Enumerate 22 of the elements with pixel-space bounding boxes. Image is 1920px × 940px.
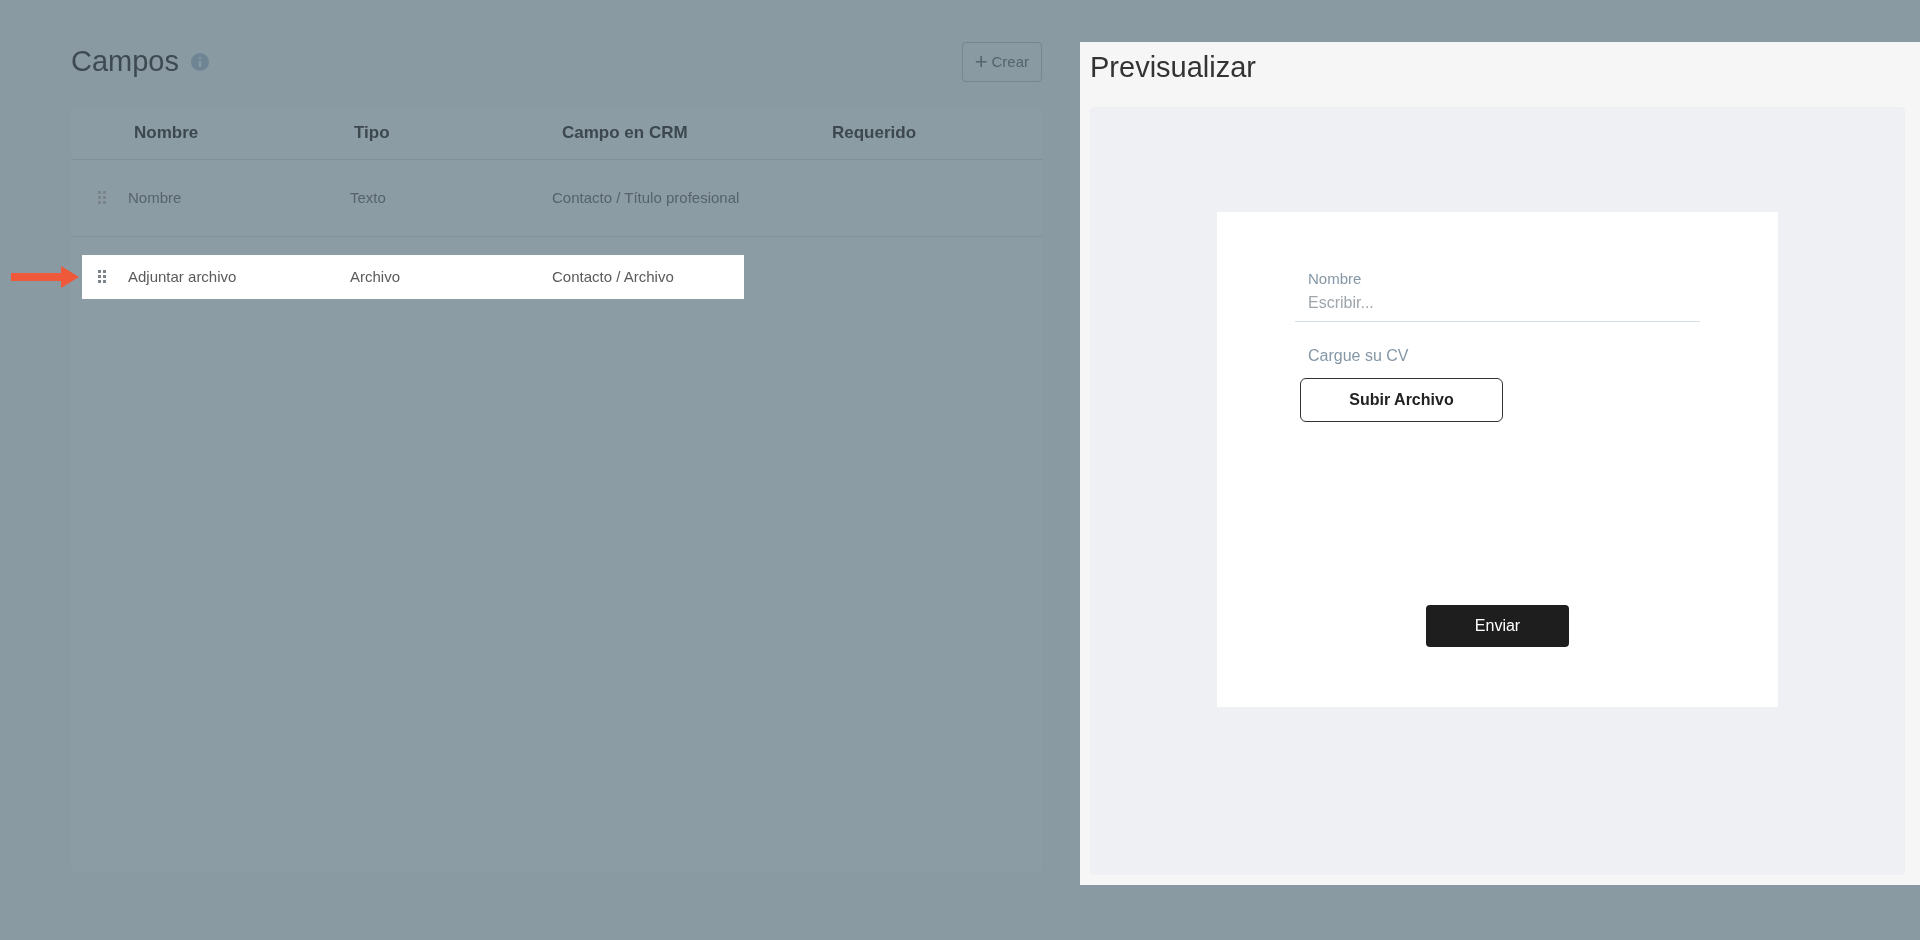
panel-title: Previsualizar <box>1090 50 1257 85</box>
table-cell-text: Contacto / Archivo <box>552 266 674 287</box>
table-cell-text: Contacto / Título profesional <box>552 187 740 208</box>
table-cell-text: Archivo <box>350 266 402 287</box>
panel-title: Campos <box>71 44 179 80</box>
table-cell-text: Texto <box>350 187 387 208</box>
info-icon[interactable] <box>191 53 209 71</box>
table-cell-text: Nombre <box>128 187 183 208</box>
field-label: Nombre <box>1307 269 1363 289</box>
column-header: Nombre <box>134 122 200 145</box>
column-header: Tipo <box>354 122 391 145</box>
table-row[interactable]: Adjuntar archivo Archivo Contacto / Archivo <box>82 255 744 299</box>
drag-handle-icon[interactable] <box>98 270 106 284</box>
submit-button[interactable]: Enviar <box>1426 604 1569 647</box>
field-label: Cargue su CV <box>1307 345 1410 366</box>
drag-handle-icon[interactable] <box>98 191 106 205</box>
column-header: Campo en CRM <box>562 122 689 145</box>
arrow-icon <box>11 266 79 288</box>
upload-button[interactable]: Subir Archivo <box>1300 377 1503 422</box>
text-field[interactable]: Escribir... <box>1295 290 1700 322</box>
table-cell-text: Adjuntar archivo <box>128 266 238 287</box>
column-header: Requerido <box>832 122 918 145</box>
